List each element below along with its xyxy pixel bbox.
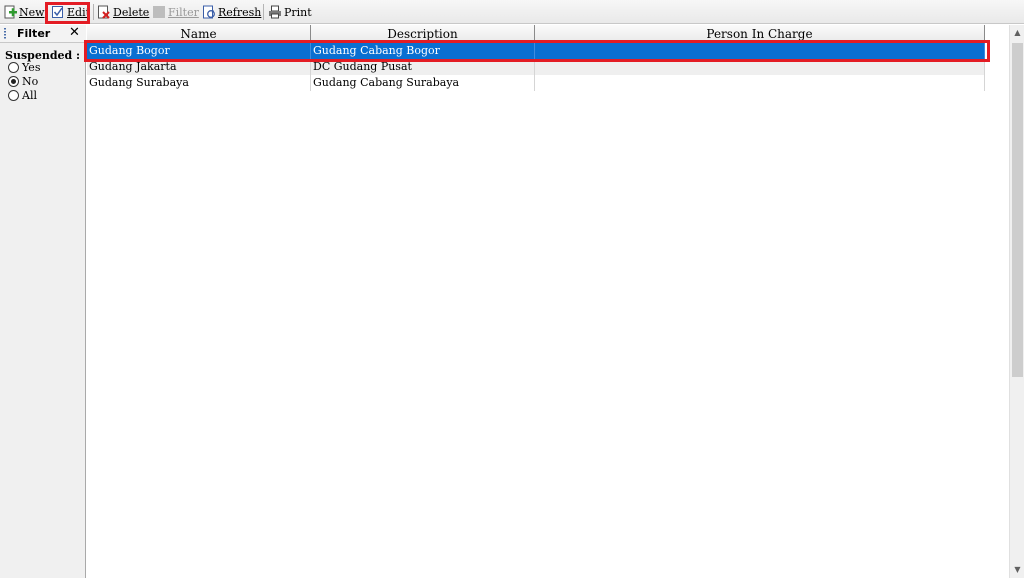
radio-label-yes: Yes — [22, 61, 41, 74]
panel-grip-icon[interactable] — [4, 28, 6, 40]
suspended-option-no[interactable]: No — [8, 75, 38, 88]
printer-icon — [268, 5, 282, 19]
refresh-icon — [202, 5, 216, 19]
vertical-scrollbar[interactable]: ▲ ▼ — [1009, 25, 1024, 578]
edit-highlight-box — [45, 2, 90, 24]
filter-panel-title: Filter — [17, 27, 51, 40]
radio-button-no[interactable] — [8, 76, 19, 87]
column-header-description[interactable]: Description — [311, 25, 535, 41]
table-row[interactable]: Gudang Surabaya Gudang Cabang Surabaya — [87, 75, 985, 91]
toolbar-separator — [263, 4, 264, 20]
delete-label: Delete — [113, 5, 150, 19]
new-document-icon — [3, 5, 17, 19]
suspended-option-all[interactable]: All — [8, 89, 37, 102]
radio-label-no: No — [22, 75, 39, 88]
filter-icon — [152, 5, 166, 19]
print-button[interactable]: Print — [268, 3, 312, 21]
filter-panel: Filter ✕ Suspended : Yes No All — [0, 25, 86, 578]
column-header-person-in-charge[interactable]: Person In Charge — [535, 25, 985, 41]
cell-description[interactable]: Gudang Cabang Surabaya — [311, 75, 535, 91]
close-icon[interactable]: ✕ — [69, 25, 80, 40]
column-header-name[interactable]: Name — [87, 25, 311, 41]
print-label: Print — [284, 5, 312, 19]
delete-document-icon — [97, 5, 111, 19]
new-label: New — [19, 5, 45, 19]
data-grid: Name Description Person In Charge Gudang… — [87, 25, 1009, 578]
scrollbar-thumb[interactable] — [1012, 43, 1023, 377]
suspended-option-yes[interactable]: Yes — [8, 61, 40, 74]
scroll-down-arrow-icon[interactable]: ▼ — [1010, 562, 1024, 578]
delete-button[interactable]: Delete — [97, 3, 149, 21]
filter-button[interactable]: Filter — [152, 3, 199, 21]
refresh-button[interactable]: Refresh — [202, 3, 261, 21]
grid-header: Name Description Person In Charge — [87, 25, 985, 41]
filter-panel-header: Filter ✕ — [0, 25, 86, 43]
toolbar: New Edit Delete Filter Refresh Print — [0, 0, 1024, 24]
radio-label-all: All — [22, 89, 37, 102]
cell-name[interactable]: Gudang Surabaya — [87, 75, 311, 91]
filter-label: Filter — [168, 5, 199, 19]
toolbar-separator — [93, 4, 94, 20]
cell-person-in-charge[interactable] — [535, 75, 985, 91]
new-button[interactable]: New — [3, 3, 45, 21]
refresh-label: Refresh — [218, 5, 262, 19]
radio-button-all[interactable] — [8, 90, 19, 101]
radio-button-yes[interactable] — [8, 62, 19, 73]
scroll-up-arrow-icon[interactable]: ▲ — [1010, 25, 1024, 41]
selected-row-highlight-box — [84, 40, 990, 62]
